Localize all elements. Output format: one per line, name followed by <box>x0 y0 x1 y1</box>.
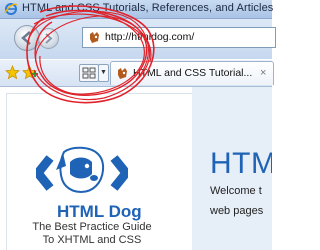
favorites-star-icon[interactable] <box>5 65 20 80</box>
window-title: HTML and CSS Tutorials, References, and … <box>22 2 274 14</box>
back-arrow-icon <box>21 31 31 45</box>
add-favorite-icon[interactable] <box>22 65 38 80</box>
site-logo-name[interactable]: HTML Dog <box>57 202 157 222</box>
tab-list-button[interactable]: ▼ <box>98 64 109 82</box>
window-title-bar: HTML and CSS Tutorials, References, and … <box>0 0 274 19</box>
welcome-line: web pages <box>210 205 264 217</box>
quick-tabs-icon <box>82 67 96 79</box>
address-bar[interactable]: http://htmldog.com/ <box>82 27 276 48</box>
tab-htmldog[interactable]: HTML and CSS Tutorial... × <box>110 61 274 85</box>
page-heading: HTM <box>210 147 272 180</box>
tab-close-button[interactable]: × <box>260 67 266 79</box>
forward-arrow-icon <box>45 33 53 44</box>
forward-button[interactable] <box>38 28 59 49</box>
navigation-bar: http://htmldog.com/ <box>0 19 276 59</box>
content-area: HTM Welcome t web pages <box>192 87 272 250</box>
htmldog-logo-icon <box>36 146 128 193</box>
site-tagline: The Best Practice Guide To XHTML and CSS <box>28 221 156 247</box>
tagline-line: To XHTML and CSS <box>42 234 142 246</box>
tab-bar: ▼ HTML and CSS Tutorial... × <box>0 60 274 87</box>
back-button[interactable] <box>14 25 40 51</box>
quick-tabs-button[interactable] <box>79 64 99 82</box>
htmldog-favicon-icon <box>118 68 127 79</box>
welcome-line: Welcome t <box>210 185 262 197</box>
chevron-down-icon: ▼ <box>100 69 107 76</box>
tagline-line: The Best Practice Guide <box>32 221 152 233</box>
tab-title: HTML and CSS Tutorial... <box>133 67 253 79</box>
address-url: http://htmldog.com/ <box>105 31 195 43</box>
htmldog-favicon-icon <box>90 32 99 43</box>
internet-explorer-icon <box>4 3 18 15</box>
welcome-text: Welcome t web pages <box>210 181 263 221</box>
